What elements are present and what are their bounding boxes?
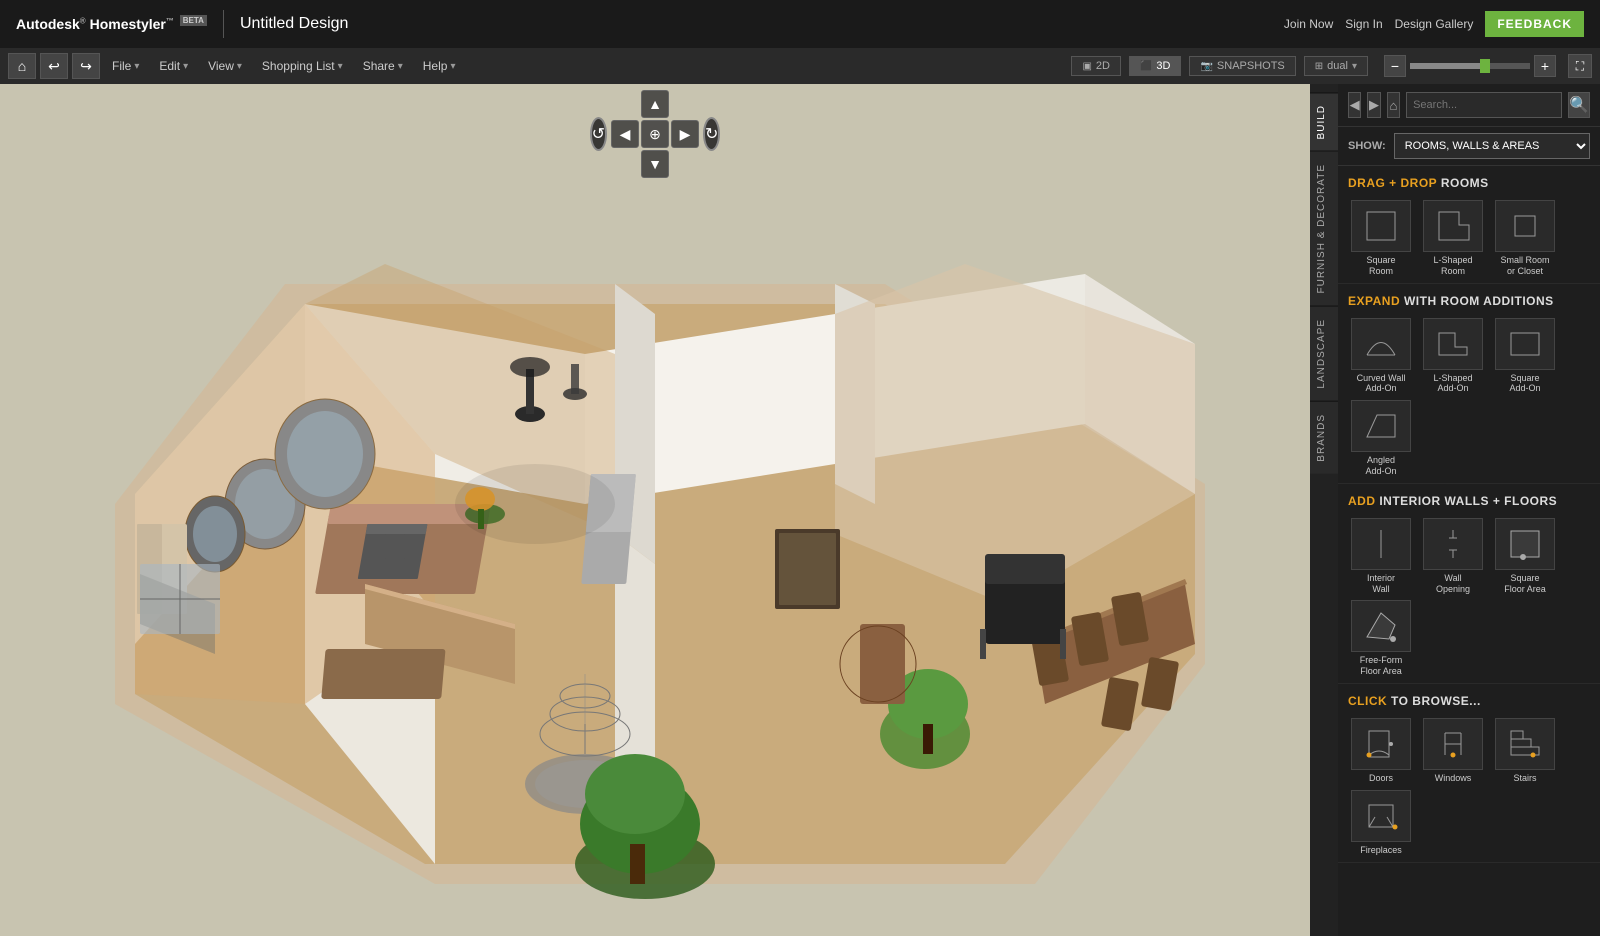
sign-in-link[interactable]: Sign In bbox=[1345, 17, 1382, 31]
navigation-compass: ↺ ▲ ◀ ⊕ ▶ ▼ ↻ bbox=[600, 104, 710, 164]
nav-up-button[interactable]: ▲ bbox=[641, 90, 669, 118]
zoom-in-button[interactable]: + bbox=[1534, 55, 1556, 77]
wall-opening-item[interactable]: WallOpening bbox=[1420, 518, 1486, 595]
section-interior: ADD INTERIOR WALLS + FLOORS InteriorWall bbox=[1338, 484, 1600, 684]
section-expand-title: EXPAND WITH ROOM ADDITIONS bbox=[1348, 294, 1590, 308]
join-now-link[interactable]: Join Now bbox=[1284, 17, 1333, 31]
browse-grid: Doors Windows bbox=[1348, 718, 1590, 856]
browse-doors[interactable]: Doors bbox=[1348, 718, 1414, 784]
additions-grid: Curved WallAdd-On L-ShapedAdd-On bbox=[1348, 318, 1590, 477]
main-area: ↺ ▲ ◀ ⊕ ▶ ▼ ↻ bbox=[0, 84, 1600, 936]
feedback-button[interactable]: FEEDBACK bbox=[1485, 11, 1584, 37]
panel-content: ◀ ▶ ⌂ 🔍 SHOW: ROOMS, WALLS & AREAS DRAG … bbox=[1338, 84, 1600, 936]
nav-down-button[interactable]: ▼ bbox=[641, 150, 669, 178]
freeform-floor-item[interactable]: Free-FormFloor Area bbox=[1348, 600, 1414, 677]
tab-build[interactable]: BUILD bbox=[1310, 92, 1338, 151]
view-3d-button[interactable]: ⬛ 3D bbox=[1129, 56, 1182, 76]
show-dropdown[interactable]: ROOMS, WALLS & AREAS bbox=[1394, 133, 1590, 159]
share-menu[interactable]: Share ▾ bbox=[355, 55, 411, 77]
undo-button[interactable]: ↩ bbox=[40, 53, 68, 79]
tab-brands[interactable]: BRANDS bbox=[1310, 401, 1338, 474]
menu-center: ▣ 2D ⬛ 3D 📷 SNAPSHOTS ⊞ dual ▾ − + ⛶ bbox=[1071, 54, 1592, 78]
zoom-slider[interactable] bbox=[1410, 63, 1530, 69]
interior-wall-item[interactable]: InteriorWall bbox=[1348, 518, 1414, 595]
tab-landscape[interactable]: LANDSCAPE bbox=[1310, 306, 1338, 401]
logo-text: Autodesk® Homestyler™ BETA bbox=[16, 16, 207, 32]
panel-back-button[interactable]: ◀ bbox=[1348, 92, 1361, 118]
section-interior-title: ADD INTERIOR WALLS + FLOORS bbox=[1348, 494, 1590, 508]
addon-l-shaped[interactable]: L-ShapedAdd-On bbox=[1420, 318, 1486, 395]
top-right: Join Now Sign In Design Gallery FEEDBACK bbox=[1284, 11, 1584, 37]
nav-right-button[interactable]: ▶ bbox=[671, 120, 699, 148]
shopping-list-menu[interactable]: Shopping List ▾ bbox=[254, 55, 351, 77]
zoom-out-button[interactable]: − bbox=[1384, 55, 1406, 77]
side-tabs: BUILD FURNISH & DECORATE LANDSCAPE BRAND… bbox=[1310, 84, 1338, 936]
nav-center-button[interactable]: ⊕ bbox=[641, 120, 669, 148]
design-title: Untitled Design bbox=[240, 15, 349, 33]
snapshots-button[interactable]: 📷 SNAPSHOTS bbox=[1189, 56, 1295, 76]
section-expand: EXPAND WITH ROOM ADDITIONS Curved WallAd… bbox=[1338, 284, 1600, 484]
home-icon-button[interactable]: ⌂ bbox=[8, 53, 36, 79]
section-drag-drop-title: DRAG + DROP ROOMS bbox=[1348, 176, 1590, 190]
rooms-grid: SquareRoom L-ShapedRoom bbox=[1348, 200, 1590, 277]
nav-left-button[interactable]: ◀ bbox=[611, 120, 639, 148]
browse-windows[interactable]: Windows bbox=[1420, 718, 1486, 784]
room-item-small-room[interactable]: Small Roomor Closet bbox=[1492, 200, 1558, 277]
room-item-l-shaped[interactable]: L-ShapedRoom bbox=[1420, 200, 1486, 277]
edit-menu[interactable]: Edit ▾ bbox=[151, 55, 196, 77]
top-bar: Autodesk® Homestyler™ BETA Untitled Desi… bbox=[0, 0, 1600, 48]
view-2d-button[interactable]: ▣ 2D bbox=[1071, 56, 1121, 76]
show-row: SHOW: ROOMS, WALLS & AREAS bbox=[1338, 127, 1600, 166]
menu-bar: ⌂ ↩ ↪ File ▾ Edit ▾ View ▾ Shopping List… bbox=[0, 48, 1600, 84]
design-gallery-link[interactable]: Design Gallery bbox=[1395, 17, 1474, 31]
section-drag-drop: DRAG + DROP ROOMS SquareRoom bbox=[1338, 166, 1600, 284]
walls-floors-grid: InteriorWall WallOpening bbox=[1348, 518, 1590, 677]
scene-svg bbox=[0, 84, 1310, 936]
help-menu[interactable]: Help ▾ bbox=[415, 55, 464, 77]
room-item-square[interactable]: SquareRoom bbox=[1348, 200, 1414, 277]
addon-square[interactable]: SquareAdd-On bbox=[1492, 318, 1558, 395]
section-browse: CLICK TO BROWSE... bbox=[1338, 684, 1600, 863]
dual-view-button[interactable]: ⊞ dual ▾ bbox=[1304, 56, 1368, 76]
panel-forward-button[interactable]: ▶ bbox=[1367, 92, 1380, 118]
panel-nav: ◀ ▶ ⌂ 🔍 bbox=[1338, 84, 1600, 127]
show-label: SHOW: bbox=[1348, 140, 1386, 152]
file-menu[interactable]: File ▾ bbox=[104, 55, 147, 77]
right-panel: BUILD FURNISH & DECORATE LANDSCAPE BRAND… bbox=[1310, 84, 1600, 936]
logo-area: Autodesk® Homestyler™ BETA bbox=[16, 16, 207, 32]
browse-fireplaces[interactable]: Fireplaces bbox=[1348, 790, 1414, 856]
top-divider bbox=[223, 10, 224, 38]
browse-stairs[interactable]: Stairs bbox=[1492, 718, 1558, 784]
rotate-left-button[interactable]: ↺ bbox=[590, 117, 607, 151]
tab-furnish[interactable]: FURNISH & DECORATE bbox=[1310, 151, 1338, 306]
addon-curved-wall[interactable]: Curved WallAdd-On bbox=[1348, 318, 1414, 395]
fullscreen-button[interactable]: ⛶ bbox=[1568, 54, 1592, 78]
panel-search-input[interactable] bbox=[1406, 92, 1562, 118]
viewport[interactable]: ↺ ▲ ◀ ⊕ ▶ ▼ ↻ bbox=[0, 84, 1310, 936]
section-browse-title: CLICK TO BROWSE... bbox=[1348, 694, 1590, 708]
addon-angled[interactable]: AngledAdd-On bbox=[1348, 400, 1414, 477]
panel-home-button[interactable]: ⌂ bbox=[1387, 92, 1400, 118]
view-menu[interactable]: View ▾ bbox=[200, 55, 250, 77]
redo-button[interactable]: ↪ bbox=[72, 53, 100, 79]
panel-search-button[interactable]: 🔍 bbox=[1568, 92, 1590, 118]
zoom-controls: − + bbox=[1384, 55, 1556, 77]
square-floor-item[interactable]: SquareFloor Area bbox=[1492, 518, 1558, 595]
